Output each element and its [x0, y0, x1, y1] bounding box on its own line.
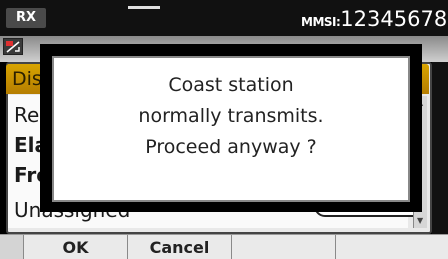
right-edge — [432, 62, 448, 234]
dsc-call-icon — [3, 38, 23, 55]
softkey-blank-left — [0, 235, 24, 259]
mmsi-value: 123456789 — [340, 7, 448, 31]
mmsi-readout: MMSI:123456789 — [301, 7, 448, 31]
confirmation-dialog: Coast station normally transmits. Procee… — [52, 56, 410, 202]
dialog-message-line-1: Coast station — [168, 74, 294, 96]
scroll-down-icon: ▼ — [417, 216, 424, 225]
mmsi-label: MMSI: — [301, 15, 341, 29]
background-title: Dis — [12, 68, 42, 90]
softkey-empty-3[interactable] — [232, 235, 336, 259]
softkey-bar: OK Cancel — [0, 234, 448, 259]
cancel-button[interactable]: Cancel — [128, 235, 232, 259]
dialog-message-line-3: Proceed anyway ? — [145, 136, 317, 158]
status-bar: RX MMSI:123456789 — [0, 0, 448, 36]
dialog-message-line-2: normally transmits. — [138, 105, 324, 127]
ok-button[interactable]: OK — [24, 235, 128, 259]
softkey-empty-4[interactable] — [336, 235, 448, 259]
status-segment — [128, 6, 160, 9]
rx-indicator: RX — [6, 8, 46, 28]
